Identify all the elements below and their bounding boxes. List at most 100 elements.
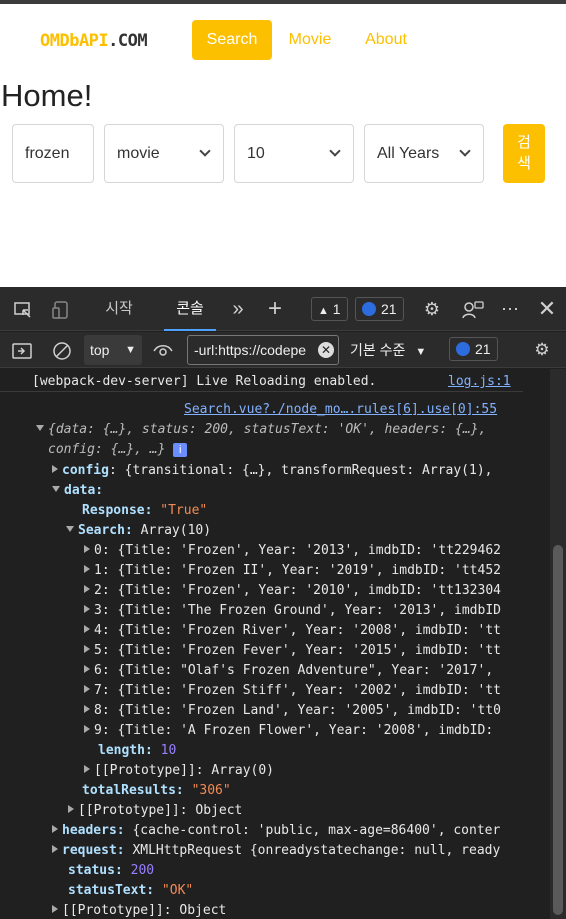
nav-search[interactable]: Search	[192, 20, 272, 60]
tree-row[interactable]: 6: {Title: "Olaf's Frozen Adventure", Ye…	[0, 661, 523, 681]
tree-key: statusText:	[68, 883, 155, 898]
live-expression-eye-icon[interactable]	[151, 332, 175, 368]
tree-row[interactable]: 7: {Title: 'Frozen Stiff', Year: '2002',…	[0, 681, 523, 701]
count-select-value: 10	[247, 145, 265, 162]
navbar: OMDbAPI.COM Search Movie About	[0, 20, 566, 62]
feedback-icon[interactable]	[459, 287, 487, 331]
inspect-element-icon[interactable]	[10, 287, 36, 331]
collapsed-triangle-icon	[52, 465, 58, 473]
tree-row[interactable]: {data: {…}, status: 200, statusText: 'OK…	[0, 420, 523, 440]
count-select[interactable]: 10	[234, 124, 354, 183]
type-select[interactable]: movie	[104, 124, 224, 183]
tree-key: length:	[98, 743, 153, 758]
chevron-down-icon	[199, 145, 211, 157]
warnings-badge[interactable]: ▲ 1	[311, 297, 348, 321]
collapsed-triangle-icon	[52, 825, 58, 833]
chevron-down-icon	[329, 145, 341, 157]
clear-filter-icon[interactable]: ✕	[318, 342, 334, 358]
tree-row: config: {…}, …} i	[0, 440, 523, 460]
devtools-tabbar: 시작 콘솔 » + ▲ 1 21 ⚙ ⋯ ✕	[0, 287, 566, 331]
more-tabs-icon[interactable]: »	[226, 287, 250, 331]
tree-row: totalResults: "306"	[0, 781, 523, 801]
tree-row[interactable]: 8: {Title: 'Frozen Land', Year: '2005', …	[0, 701, 523, 721]
device-emulation-icon[interactable]	[48, 287, 74, 331]
tree-row[interactable]: 5: {Title: 'Frozen Fever', Year: '2015',…	[0, 641, 523, 661]
tree-key: status:	[68, 863, 123, 878]
tree-row[interactable]: [[Prototype]]: Object	[0, 801, 523, 821]
context-select[interactable]: top ▼	[84, 335, 142, 365]
console-settings-gear-icon[interactable]: ⚙	[530, 332, 554, 368]
tree-row[interactable]: 3: {Title: 'The Frozen Ground', Year: '2…	[0, 601, 523, 621]
tree-row[interactable]: config: {transitional: {…}, transformReq…	[0, 461, 523, 481]
expanded-triangle-icon	[66, 526, 74, 532]
tree-row[interactable]: headers: {cache-control: 'public, max-ag…	[0, 821, 523, 841]
log-level-value: 기본 수준	[350, 342, 406, 358]
tree-row[interactable]: data:	[0, 481, 523, 501]
nav-about[interactable]: About	[356, 20, 416, 60]
tree-row[interactable]: 9: {Title: 'A Frozen Flower', Year: '200…	[0, 721, 523, 741]
issues-badge[interactable]: 21	[449, 337, 498, 361]
tree-row[interactable]: 4: {Title: 'Frozen River', Year: '2008',…	[0, 621, 523, 641]
info-message-text: [webpack-dev-server] Live Reloading enab…	[32, 374, 377, 389]
devtools-panel: 시작 콘솔 » + ▲ 1 21 ⚙ ⋯ ✕ top ▼ -url:https:…	[0, 287, 566, 919]
log-level-select[interactable]: 기본 수준 ▼	[350, 332, 426, 370]
more-options-icon[interactable]: ⋯	[497, 287, 523, 331]
object-summary: {data: {…}, status: 200, statusText: 'OK…	[48, 422, 487, 437]
messages-badge[interactable]: 21	[355, 297, 404, 321]
tab-console[interactable]: 콘솔	[164, 287, 216, 331]
scrollbar-thumb[interactable]	[553, 545, 563, 915]
console-output: [webpack-dev-server] Live Reloading enab…	[0, 369, 550, 919]
array-item: 5: {Title: 'Frozen Fever', Year: '2015',…	[94, 643, 501, 658]
array-item: 4: {Title: 'Frozen River', Year: '2008',…	[94, 623, 501, 638]
log-source-link[interactable]: Search.vue?./node_mo….rules[6].use[0]:55	[184, 402, 497, 417]
context-value: top	[90, 342, 110, 358]
collapsed-triangle-icon	[84, 585, 90, 593]
tree-row[interactable]: Search: Array(10)	[0, 521, 523, 541]
collapsed-triangle-icon	[84, 665, 90, 673]
array-item: 7: {Title: 'Frozen Stiff', Year: '2002',…	[94, 683, 501, 698]
tree-value: XMLHttpRequest {onreadystatechange: null…	[132, 843, 501, 858]
console-toolbar: top ▼ -url:https://codepe ✕ 기본 수준 ▼ 21 ⚙	[0, 332, 566, 368]
logo-brand: OMDbAPI	[40, 31, 109, 51]
tree-row[interactable]: 2: {Title: 'Frozen', Year: '2010', imdbI…	[0, 581, 523, 601]
collapsed-triangle-icon	[68, 805, 74, 813]
add-tab-icon[interactable]: +	[262, 287, 288, 331]
tree-row[interactable]: 0: {Title: 'Frozen', Year: '2013', imdbI…	[0, 541, 523, 561]
console-scrollbar[interactable]	[550, 369, 566, 919]
close-icon[interactable]: ✕	[535, 287, 559, 331]
logo-tld: .COM	[108, 31, 148, 51]
filter-input[interactable]: -url:https://codepe ✕	[187, 335, 339, 365]
tab-welcome[interactable]: 시작	[96, 287, 142, 331]
object-summary-cont: config: {…}, …}	[48, 442, 166, 457]
tree-key: Response:	[82, 503, 153, 518]
tree-key: request:	[62, 843, 125, 858]
toggle-sidebar-icon[interactable]	[10, 332, 34, 368]
year-select[interactable]: All Years	[364, 124, 484, 183]
tree-value: {transitional: {…}, transformRequest: Ar…	[124, 463, 493, 478]
collapsed-triangle-icon	[84, 545, 90, 553]
collapsed-triangle-icon	[84, 645, 90, 653]
tree-row[interactable]: [[Prototype]]: Object	[0, 901, 523, 919]
log-source-row: Search.vue?./node_mo….rules[6].use[0]:55	[0, 400, 523, 420]
tree-row[interactable]: [[Prototype]]: Array(0)	[0, 761, 523, 781]
collapsed-triangle-icon	[52, 845, 58, 853]
issues-count: 21	[475, 341, 491, 357]
tree-row[interactable]: 1: {Title: 'Frozen II', Year: '2019', im…	[0, 561, 523, 581]
prototype-entry: [[Prototype]]: Object	[62, 903, 227, 918]
tree-key: headers:	[62, 823, 125, 838]
collapsed-triangle-icon	[84, 685, 90, 693]
site-logo[interactable]: OMDbAPI.COM	[40, 31, 148, 51]
settings-gear-icon[interactable]: ⚙	[420, 287, 444, 331]
search-button[interactable]: 검 색	[503, 124, 545, 183]
clear-console-icon[interactable]	[50, 332, 74, 368]
tree-row: Response: "True"	[0, 501, 523, 521]
tree-row[interactable]: request: XMLHttpRequest {onreadystatecha…	[0, 841, 523, 861]
search-input[interactable]: frozen	[12, 124, 94, 183]
tree-value: {cache-control: 'public, max-age=86400',…	[132, 823, 501, 838]
warnings-count: 1	[332, 301, 341, 317]
array-item: 2: {Title: 'Frozen', Year: '2010', imdbI…	[94, 583, 501, 598]
info-source-link[interactable]: log.js:1	[448, 372, 511, 391]
chevron-down-icon	[459, 145, 471, 157]
web-page: OMDbAPI.COM Search Movie About Home! fro…	[0, 0, 566, 287]
nav-movie[interactable]: Movie	[280, 20, 340, 60]
